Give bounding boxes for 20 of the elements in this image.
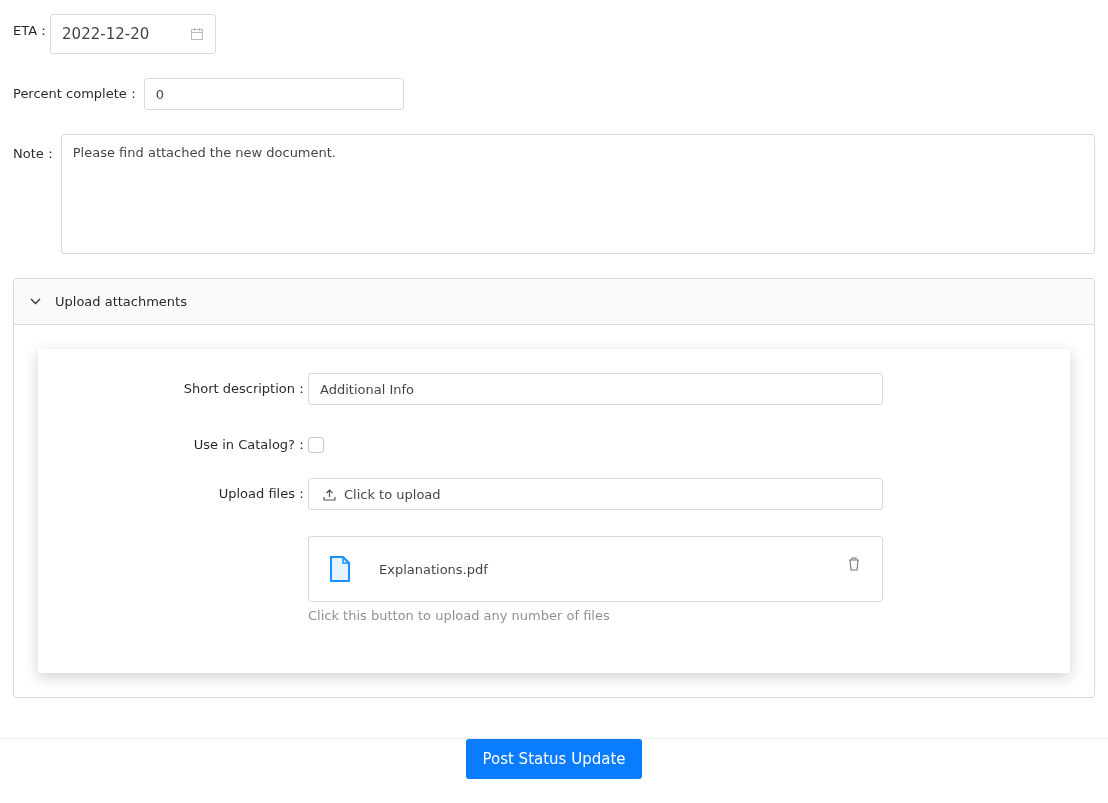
- file-name: Explanations.pdf: [379, 561, 488, 577]
- note-field[interactable]: Please find attached the new document.: [60, 134, 1095, 254]
- upload-icon: [323, 487, 336, 501]
- trash-icon[interactable]: [848, 557, 860, 571]
- checkbox[interactable]: [308, 437, 324, 453]
- calendar-icon: [190, 27, 205, 41]
- upload-button[interactable]: Click to upload: [308, 478, 883, 510]
- field-label: Note：: [13, 145, 57, 163]
- field-label: Short description：: [183, 380, 308, 398]
- description-field[interactable]: Additional Info: [308, 373, 883, 405]
- document-icon: [329, 556, 351, 582]
- date-field[interactable]: 2022-12-20: [50, 14, 217, 54]
- post-status-button[interactable]: Post Status Update: [466, 739, 642, 779]
- field-label: Percent complete：: [13, 85, 140, 103]
- number-field[interactable]: 0: [143, 78, 404, 110]
- field-label: Use in Catalog?：: [193, 436, 308, 454]
- field-label: ETA：: [13, 22, 51, 40]
- upload-hint: Click this button to upload any number of files: [308, 608, 611, 623]
- collapse-header[interactable]: Upload attachments: [14, 279, 1094, 325]
- field-label: Upload files：: [218, 485, 308, 503]
